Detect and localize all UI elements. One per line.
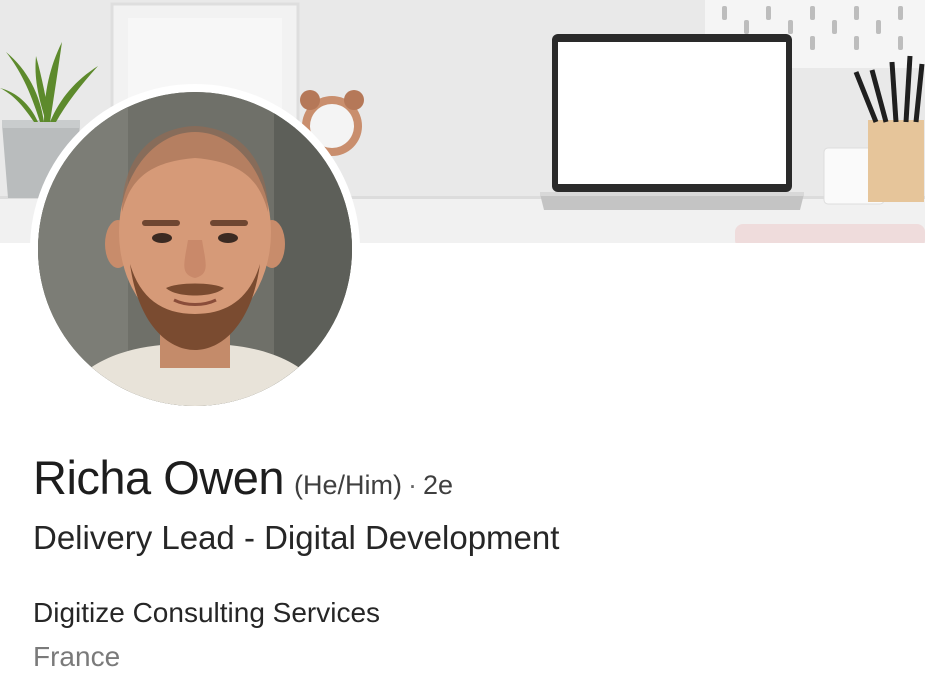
profile-headline: Delivery Lead - Digital Development [33, 519, 560, 556]
avatar[interactable] [38, 92, 352, 406]
profile-company[interactable]: Digitize Consulting Services [33, 597, 380, 629]
profile-location: France [33, 641, 121, 672]
separator-dot: · [408, 470, 417, 500]
connection-degree: 2e [423, 470, 454, 500]
name-line: Richa Owen (He/Him) · 2e [33, 450, 453, 505]
profile-photo [38, 92, 352, 406]
profile-pronouns: (He/Him) [294, 470, 402, 500]
profile-page: Richa Owen (He/Him) · 2e Delivery Lead - Di… [0, 0, 925, 687]
profile-name: Richa Owen [33, 451, 285, 504]
